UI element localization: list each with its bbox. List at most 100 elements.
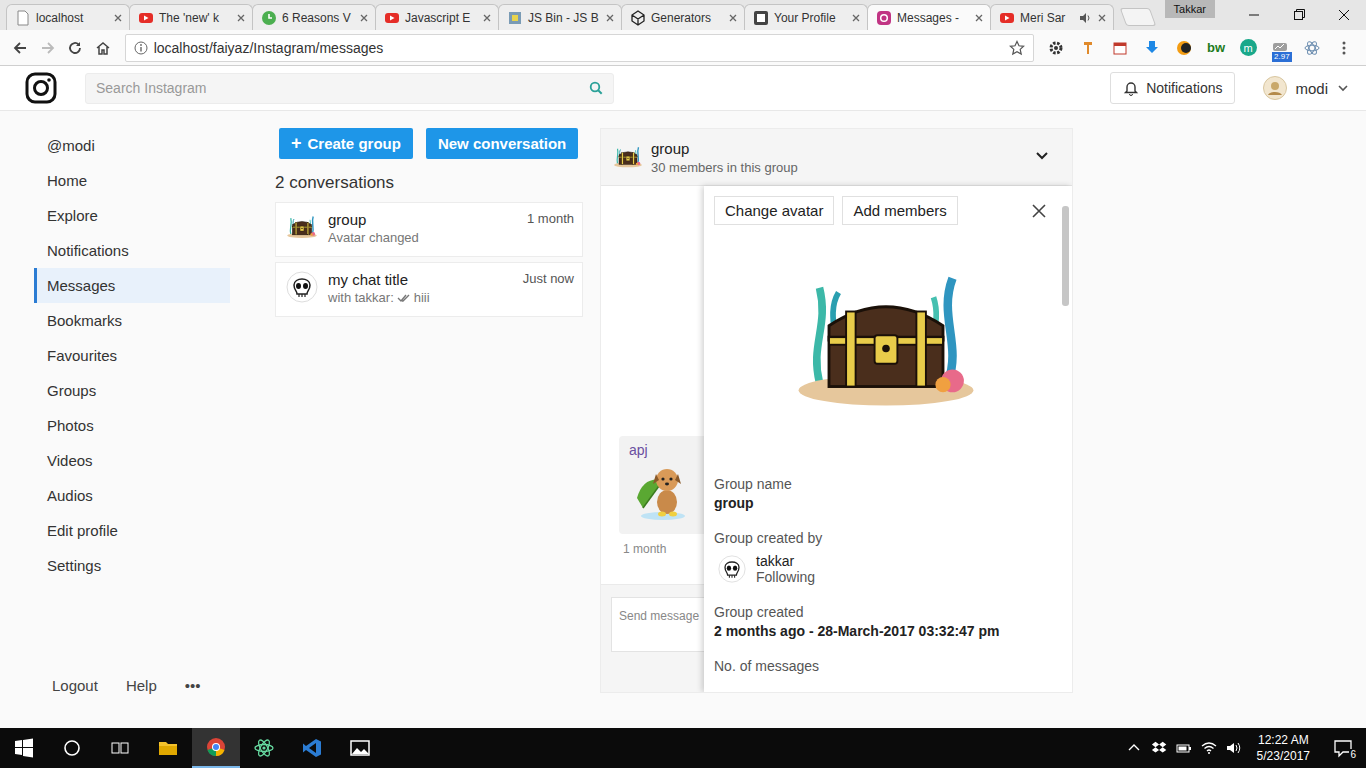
task-view-button[interactable] — [96, 728, 144, 768]
scrollbar-thumb[interactable] — [1062, 206, 1069, 306]
dropbox-tray[interactable] — [1147, 728, 1172, 768]
details-button[interactable]: Change avatar — [714, 196, 834, 225]
footer-link[interactable]: ••• — [185, 676, 201, 696]
browser-tab[interactable]: 6 Reasons V — [252, 4, 376, 30]
sidebar-item[interactable]: Notifications — [34, 233, 230, 268]
address-text: localhost/faiyaz/Instagram/messages — [154, 40, 1003, 56]
sidebar-item[interactable]: Explore — [34, 198, 230, 233]
action-center[interactable]: 6 — [1320, 728, 1366, 768]
details-button[interactable]: Add members — [842, 196, 957, 225]
taskbar-app[interactable] — [144, 728, 192, 768]
extension-button[interactable] — [1040, 34, 1072, 62]
extension-button[interactable] — [1328, 34, 1360, 62]
extension-button[interactable] — [1296, 34, 1328, 62]
tab-close-icon[interactable] — [358, 12, 370, 24]
search-circle-button[interactable] — [48, 728, 96, 768]
tab-close-icon[interactable] — [481, 12, 493, 24]
user-menu[interactable]: modi — [1263, 76, 1350, 100]
show-hidden-tray[interactable] — [1122, 728, 1147, 768]
volume-tray[interactable] — [1222, 728, 1247, 768]
close-window-icon[interactable] — [1321, 0, 1366, 30]
extension-button[interactable] — [1168, 34, 1200, 62]
taskbar-app[interactable] — [240, 728, 288, 768]
tab-close-icon[interactable] — [727, 12, 739, 24]
taskbar-app[interactable] — [288, 728, 336, 768]
notifications-button[interactable]: Notifications — [1110, 72, 1235, 104]
bookmark-star-icon[interactable] — [1009, 40, 1025, 56]
sidebar-item[interactable]: Groups — [34, 373, 230, 408]
info-icon[interactable] — [134, 41, 148, 55]
extension-button[interactable] — [1104, 34, 1136, 62]
sidebar-item[interactable]: Settings — [34, 548, 230, 583]
tab-close-icon[interactable] — [850, 12, 862, 24]
action-button[interactable]: New conversation — [426, 128, 578, 159]
sidebar-item[interactable]: Audios — [34, 478, 230, 513]
tab-close-icon[interactable] — [973, 12, 985, 24]
tab-close-icon[interactable] — [604, 12, 616, 24]
footer-link[interactable]: Help — [126, 676, 157, 696]
photos-icon — [350, 738, 370, 758]
browser-tab[interactable]: Javascript E — [375, 4, 499, 30]
new-tab-button[interactable] — [1120, 8, 1157, 26]
minimize-icon[interactable] — [1231, 0, 1276, 30]
menu-icon — [1336, 40, 1352, 56]
windows-start-button[interactable] — [0, 728, 48, 768]
sidebar-item[interactable]: Photos — [34, 408, 230, 443]
expand-toggle[interactable] — [1034, 147, 1050, 167]
field-value: 2 months ago - 28-March-2017 03:32:47 pm — [714, 622, 1058, 641]
react-icon — [1304, 40, 1320, 56]
footer-link[interactable]: Logout — [52, 676, 98, 696]
speaker-icon[interactable] — [1079, 12, 1091, 24]
field-value: group — [714, 494, 1058, 513]
user-name: modi — [1295, 80, 1328, 97]
taskbar-app[interactable] — [336, 728, 384, 768]
profile-button[interactable]: Takkar — [1165, 0, 1215, 18]
sidebar-label: Settings — [47, 557, 101, 574]
tab-close-icon[interactable] — [1096, 12, 1108, 24]
extension-button[interactable]: bw — [1200, 34, 1232, 62]
search-icon[interactable] — [589, 81, 603, 95]
extension-button[interactable]: m — [1232, 34, 1264, 62]
chest-avatar-icon[interactable] — [791, 265, 981, 415]
home-button[interactable] — [89, 34, 117, 62]
creator[interactable]: takkarFollowing — [714, 551, 1058, 587]
address-bar[interactable]: localhost/faiyaz/Instagram/messages — [125, 34, 1034, 62]
sidebar-item[interactable]: @modi — [34, 128, 230, 163]
action-button[interactable]: +Create group — [279, 128, 413, 159]
sidebar-item[interactable]: Videos — [34, 443, 230, 478]
tab-close-icon[interactable] — [235, 12, 247, 24]
favicon-icon — [753, 10, 769, 26]
instagram-logo-icon[interactable] — [25, 72, 57, 104]
browser-tab[interactable]: Meri Sar — [990, 4, 1114, 30]
browser-tab[interactable]: Your Profile — [744, 4, 868, 30]
back-button[interactable] — [6, 34, 34, 62]
sidebar-label: Edit profile — [47, 522, 118, 539]
battery-tray[interactable] — [1172, 728, 1197, 768]
browser-tab[interactable]: Messages - — [867, 4, 991, 30]
reload-button[interactable] — [61, 34, 89, 62]
close-icon[interactable] — [1030, 202, 1048, 220]
restore-icon[interactable] — [1276, 0, 1321, 30]
extension-button[interactable] — [1136, 34, 1168, 62]
favicon-icon — [384, 10, 400, 26]
browser-tab[interactable]: The 'new' k — [129, 4, 253, 30]
extension-button[interactable] — [1072, 34, 1104, 62]
sidebar-item[interactable]: Home — [34, 163, 230, 198]
wifi-tray[interactable] — [1197, 728, 1222, 768]
browser-tab[interactable]: Generators — [621, 4, 745, 30]
conversation-card[interactable]: group1 monthAvatar changed — [275, 202, 583, 257]
browser-tab[interactable]: localhost — [6, 4, 130, 30]
clock[interactable]: 12:22 AM5/23/2017 — [1247, 732, 1320, 764]
taskbar-app[interactable] — [192, 728, 240, 768]
browser-tab[interactable]: JS Bin - JS B — [498, 4, 622, 30]
conversation-card[interactable]: my chat titleJust nowwith takkar:hiii — [275, 262, 583, 317]
sidebar-item[interactable]: Favourites — [34, 338, 230, 373]
sidebar-item[interactable]: Bookmarks — [34, 303, 230, 338]
sidebar-item[interactable]: Edit profile — [34, 513, 230, 548]
extension-button[interactable]: 2.97 — [1264, 34, 1296, 62]
sidebar-item[interactable]: Messages — [34, 268, 230, 303]
tab-label: Javascript E — [405, 11, 471, 25]
tab-close-icon[interactable] — [112, 12, 124, 24]
forward-button[interactable] — [34, 34, 62, 62]
search-input[interactable] — [96, 80, 589, 96]
